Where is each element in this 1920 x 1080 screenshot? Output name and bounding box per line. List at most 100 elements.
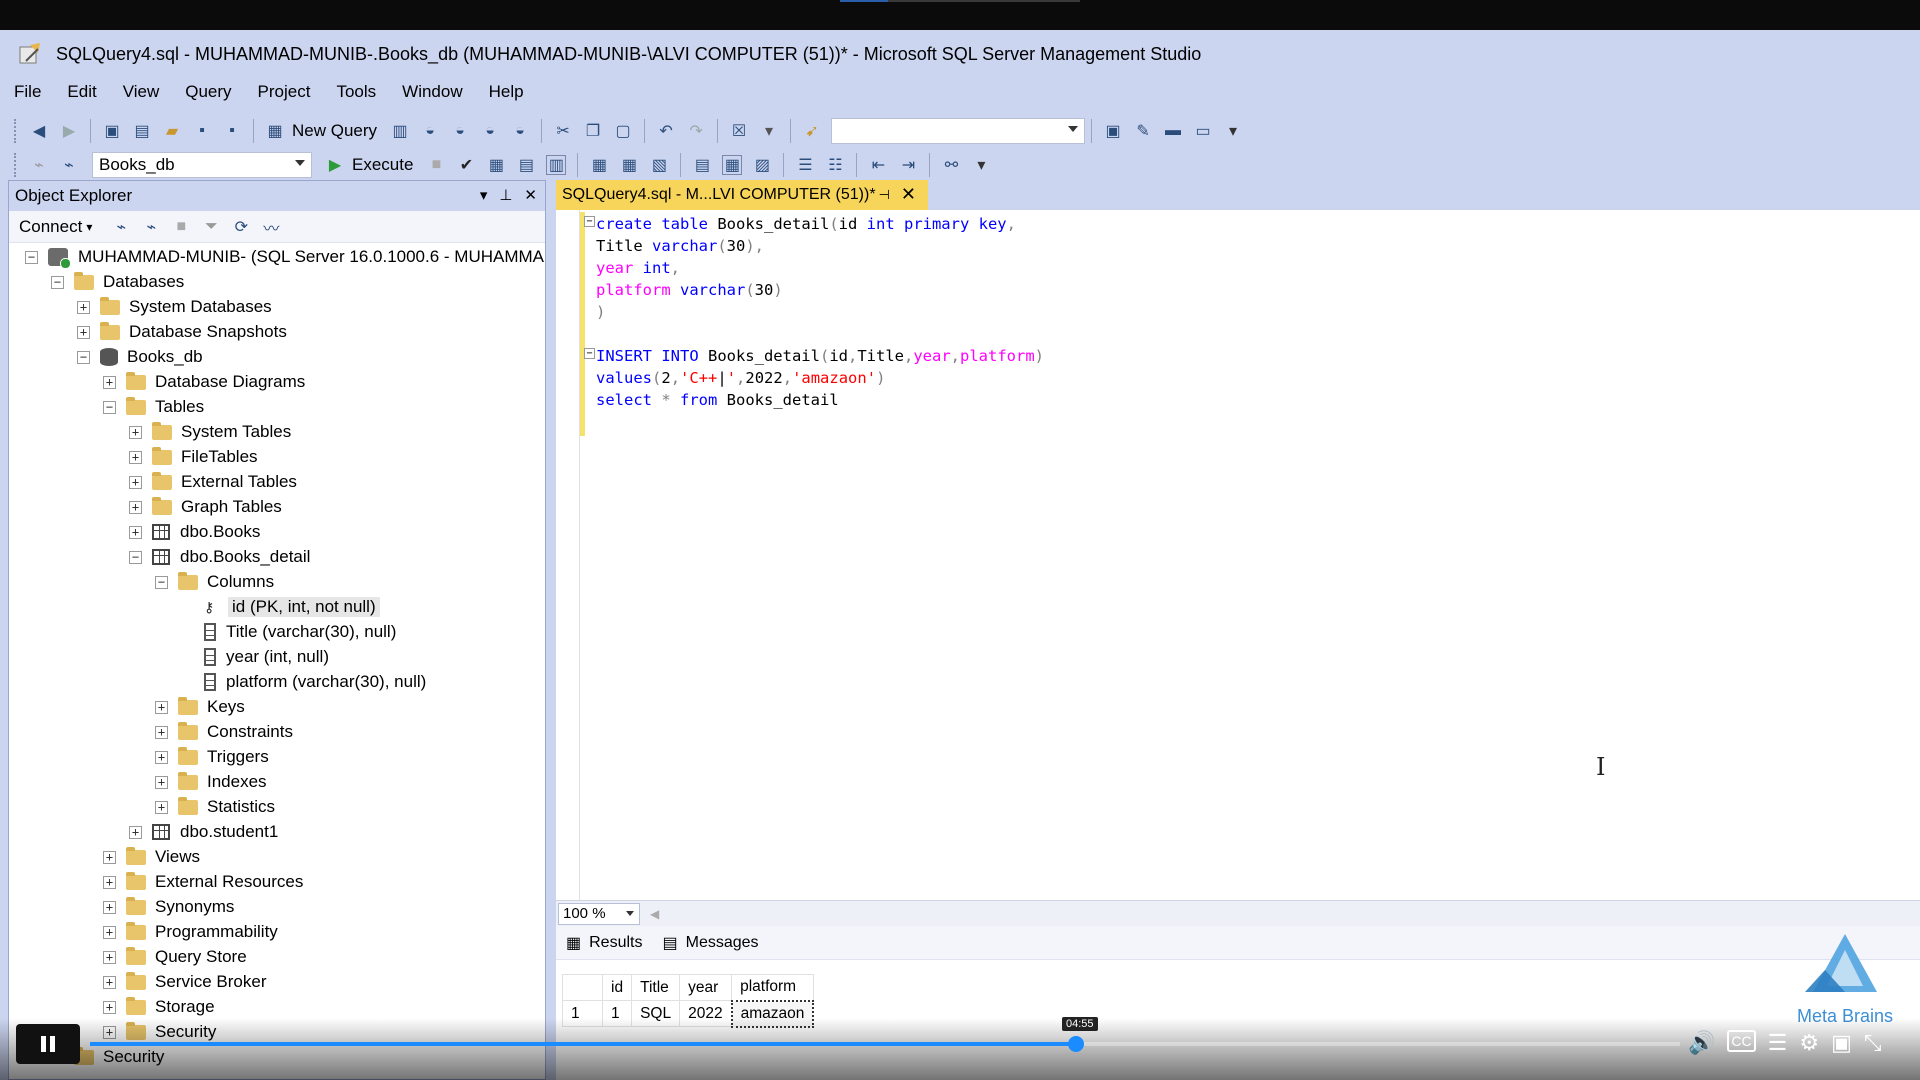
expand-icon[interactable]: + (103, 900, 116, 914)
tree-node[interactable]: + Statistics (155, 795, 275, 819)
refresh-icon[interactable]: ⟳ (231, 217, 251, 237)
menu-query[interactable]: Query (185, 82, 231, 102)
save-icon[interactable]: ▪ (192, 121, 212, 141)
tab-messages[interactable]: ▤ Messages (662, 933, 758, 953)
tree-node[interactable]: + Database Snapshots (77, 320, 287, 344)
expand-icon[interactable]: + (129, 825, 142, 839)
stop-icon[interactable]: ■ (171, 217, 191, 237)
new-query-button[interactable]: New Query (292, 121, 377, 141)
expand-icon[interactable]: + (129, 450, 142, 464)
tree-node[interactable]: + Synonyms (103, 895, 234, 919)
tree-node[interactable]: + Storage (103, 995, 215, 1019)
dax-query-icon[interactable]: ◒ (510, 121, 530, 141)
forward-icon[interactable]: ▶ (59, 121, 79, 141)
tree-node[interactable]: − dbo.Books_detail (129, 545, 310, 569)
dmx-query-icon[interactable]: ◒ (450, 121, 470, 141)
undo-icon[interactable]: ↶ (656, 121, 676, 141)
expand-icon[interactable]: + (77, 325, 90, 339)
tree-node[interactable]: − MUHAMMAD-MUNIB- (SQL Server 16.0.1000.6… (25, 245, 545, 269)
change-connection-icon[interactable]: ⌁ (59, 155, 79, 175)
expand-icon[interactable]: + (77, 300, 90, 314)
expand-icon[interactable]: + (103, 375, 116, 389)
collapse-icon[interactable]: − (129, 550, 142, 564)
tree-node[interactable]: + Programmability (103, 920, 278, 944)
back-icon[interactable]: ◀ (29, 121, 49, 141)
collapse-icon[interactable]: − (77, 350, 90, 364)
toolbox-icon[interactable]: ▬ (1163, 121, 1183, 141)
tree-node[interactable]: + Triggers (155, 745, 269, 769)
tree-node[interactable]: year (int, null) (181, 645, 329, 669)
intellisense-icon[interactable]: ▥ (546, 155, 567, 175)
database-combo[interactable]: Books_db (92, 152, 312, 178)
decrease-indent-icon[interactable]: ⇤ (868, 155, 888, 175)
menu-view[interactable]: View (123, 82, 160, 102)
query-options-icon[interactable]: ▤ (516, 155, 536, 175)
transcript-icon[interactable]: ☰ (1768, 1030, 1788, 1056)
expand-icon[interactable]: + (155, 775, 168, 789)
tree-node[interactable]: + FileTables (129, 445, 258, 469)
tree-node[interactable]: − Tables (103, 395, 204, 419)
execute-icon[interactable]: ▶ (325, 155, 345, 175)
menu-file[interactable]: File (14, 82, 41, 102)
new-project-icon[interactable]: ▣ (102, 121, 122, 141)
tree-node[interactable]: + External Resources (103, 870, 303, 894)
tree-node[interactable]: + dbo.Books (129, 520, 260, 544)
results-to-text-icon[interactable]: ▤ (692, 155, 712, 175)
exit-fullscreen-icon[interactable]: ⤡ (1864, 1030, 1882, 1056)
open-file-icon[interactable]: ▰ (162, 121, 182, 141)
tree-node[interactable]: + Database Diagrams (103, 370, 305, 394)
tree-node[interactable]: − Books_db (77, 345, 203, 369)
expand-icon[interactable]: + (155, 700, 168, 714)
collapse-icon[interactable]: − (584, 216, 595, 227)
pin-icon[interactable]: ⊥ (499, 186, 512, 204)
specify-template-values-icon[interactable]: ⚯ (941, 155, 961, 175)
expand-icon[interactable]: + (155, 750, 168, 764)
find-icon[interactable]: ➹ (802, 121, 822, 141)
xmla-query-icon[interactable]: ◒ (480, 121, 500, 141)
collapse-icon[interactable]: − (103, 400, 116, 414)
add-item-icon[interactable]: ▤ (132, 121, 152, 141)
menu-window[interactable]: Window (402, 82, 462, 102)
expand-icon[interactable]: + (129, 425, 142, 439)
column-header-title[interactable]: Title (631, 974, 681, 1001)
tree-node[interactable]: + External Tables (129, 470, 297, 494)
captions-icon[interactable]: CC (1727, 1030, 1756, 1052)
video-progress-bar[interactable] (90, 1036, 1680, 1052)
mdx-query-icon[interactable]: ◒ (420, 121, 440, 141)
toolbar-overflow-icon[interactable]: ▾ (1223, 121, 1243, 141)
display-estimated-plan-icon[interactable]: ▦ (486, 155, 506, 175)
tree-node[interactable]: + Constraints (155, 720, 293, 744)
results-to-file-icon[interactable]: ▨ (752, 155, 772, 175)
find-combo[interactable] (831, 118, 1086, 144)
properties-icon[interactable]: ▣ (1103, 121, 1123, 141)
tree-node[interactable]: − Databases (51, 270, 184, 294)
expand-icon[interactable]: + (103, 875, 116, 889)
menu-edit[interactable]: Edit (67, 82, 96, 102)
connect-button[interactable]: Connect (19, 217, 82, 237)
expand-icon[interactable]: + (129, 475, 142, 489)
menu-help[interactable]: Help (489, 82, 524, 102)
comment-icon[interactable]: ☰ (795, 155, 815, 175)
collapse-icon[interactable]: − (51, 275, 64, 289)
activity-monitor-icon[interactable]: 〰 (261, 217, 281, 238)
disconnect-plug-icon[interactable]: ⌁ (141, 217, 161, 237)
tree-node[interactable]: + System Tables (129, 420, 291, 444)
column-header-platform[interactable]: platform (731, 974, 814, 1001)
sql-editor[interactable]: − − create table Books_detail(id int pri… (556, 210, 1920, 900)
tree-node[interactable]: − Columns (155, 570, 274, 594)
client-statistics-icon[interactable]: ▧ (649, 155, 669, 175)
menu-project[interactable]: Project (258, 82, 311, 102)
close-icon[interactable]: ✕ (524, 186, 537, 204)
expand-icon[interactable]: + (155, 800, 168, 814)
video-scrubber[interactable] (1067, 1036, 1084, 1052)
paste-icon[interactable]: ▢ (613, 121, 633, 141)
volume-icon[interactable]: 🔊 (1688, 1030, 1715, 1056)
expand-icon[interactable]: + (103, 925, 116, 939)
database-engine-query-icon[interactable]: ▥ (390, 121, 410, 141)
menu-tools[interactable]: Tools (336, 82, 376, 102)
wrench-icon[interactable]: ✎ (1133, 121, 1153, 141)
redo-icon[interactable]: ↷ (686, 121, 706, 141)
tree-node[interactable]: ⚷ id (PK, int, not null) (181, 595, 380, 619)
scroll-left-icon[interactable]: ◀ (650, 907, 659, 921)
execute-button[interactable]: Execute (352, 155, 413, 175)
